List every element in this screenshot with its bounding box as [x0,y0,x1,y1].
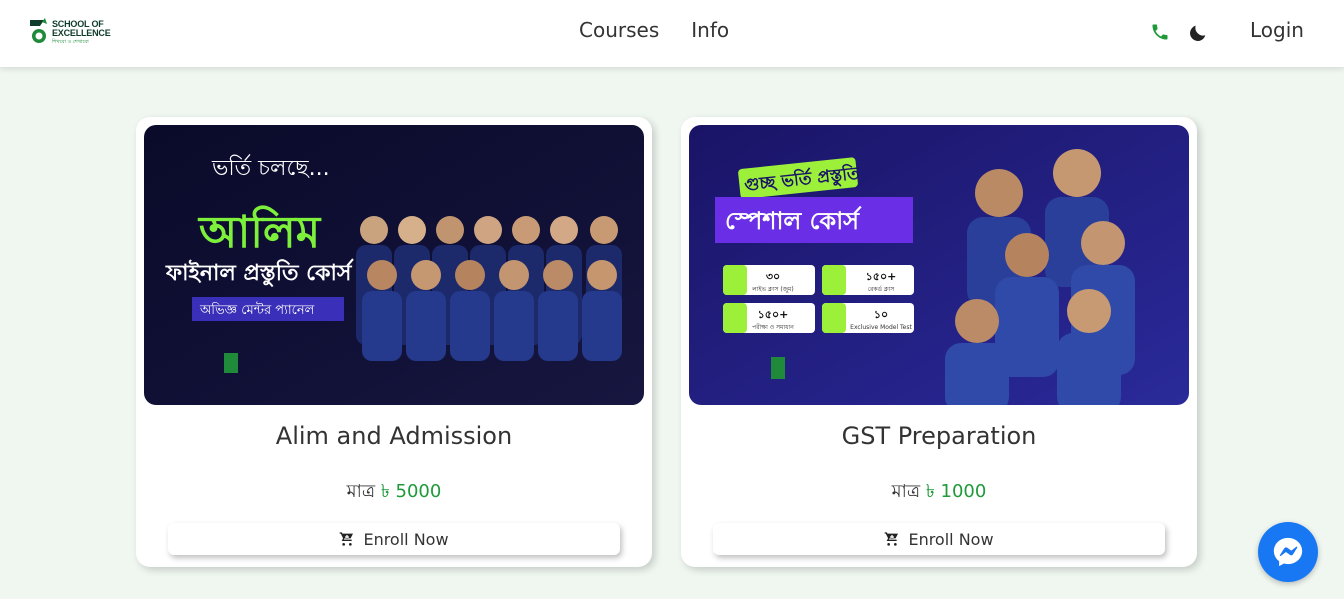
banner-sub-text: ফাইনাল প্রস্তুতি কোর্স [165,258,354,288]
messenger-chat-button[interactable] [1258,522,1318,582]
stat-number: ১৫০+ [758,308,789,321]
login-link[interactable]: Login [1250,18,1304,42]
phone-icon[interactable] [1150,22,1170,42]
stat-label: Exclusive Model Test [850,324,912,331]
stat-number: ৩০ [766,270,780,283]
cart-icon [885,532,899,546]
course-card[interactable]: ভর্তি চলছে... আলিম ফাইনাল প্রস্তুতি কোর্… [136,117,652,567]
logo-text: SCHOOL OF EXCELLENCE [52,20,111,38]
logo-line2: EXCELLENCE [52,28,111,38]
price-amount: ৳ 5000 [380,481,442,502]
banner-tag: অভিজ্ঞ মেন্টর প্যানেল [199,302,315,318]
enroll-now-button[interactable]: Enroll Now [713,523,1165,555]
price-amount: ৳ 1000 [925,481,987,502]
course-banner-image: ভর্তি চলছে... আলিম ফাইনাল প্রস্তুতি কোর্… [144,125,644,405]
cart-icon [340,532,354,546]
banner-big-text: স্পেশাল কোর্স [725,205,862,235]
course-card[interactable]: গুচ্ছ ভর্তি প্রস্তুতি স্পেশাল কোর্স ৩০ ল… [681,117,1197,567]
moon-icon[interactable] [1187,22,1209,44]
stat-label: পরীক্ষা ও সমাধান [752,323,794,331]
enroll-label: Enroll Now [908,529,994,549]
site-logo[interactable]: SCHOOL OF EXCELLENCE শিখবো ও শেখাবো [30,18,114,48]
nav-courses-link[interactable]: Courses [579,18,659,42]
course-price: মাত্র ৳ 1000 [681,477,1197,508]
nav-info-link[interactable]: Info [691,18,729,42]
stat-number: ১০ [874,308,888,321]
course-title: Alim and Admission [275,422,513,450]
enroll-now-button[interactable]: Enroll Now [168,523,620,555]
logo-tagline: শিখবো ও শেখাবো [52,39,89,45]
banner-headline: ভর্তি চলছে... [211,154,330,181]
top-navbar: SCHOOL OF EXCELLENCE শিখবো ও শেখাবো Cour… [0,0,1344,67]
enroll-label: Enroll Now [363,529,449,549]
messenger-icon [1273,537,1303,567]
course-title: GST Preparation [841,422,1037,450]
logo-emblem-icon [30,18,47,43]
nav-links: Courses Info [579,18,729,42]
course-banner-image: গুচ্ছ ভর্তি প্রস্তুতি স্পেশাল কোর্স ৩০ ল… [689,125,1189,405]
stat-label: রেকর্ড ক্লাস [868,286,896,293]
stat-number: ১৫০+ [866,270,897,283]
course-price: মাত্র ৳ 5000 [136,477,652,508]
price-label: মাত্র [346,481,376,502]
stat-label: লাইভ ক্লাস (জুম) [751,286,793,293]
price-label: মাত্র [891,481,921,502]
banner-big-text: আলিম [197,205,322,258]
